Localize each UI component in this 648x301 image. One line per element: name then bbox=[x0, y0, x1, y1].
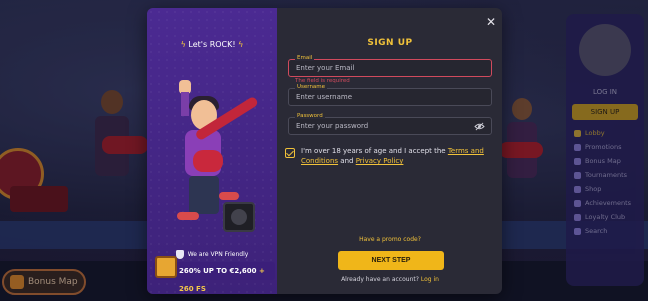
username-field[interactable]: Username bbox=[288, 84, 492, 106]
terms-text: I'm over 18 years of age and I accept th… bbox=[301, 147, 484, 165]
form-heading: SIGN UP bbox=[367, 38, 413, 48]
login-link[interactable]: Log in bbox=[421, 276, 439, 283]
email-field[interactable]: Email bbox=[288, 55, 492, 77]
promo-code-link[interactable]: Have a promo code? bbox=[285, 236, 495, 243]
rocker-illustration bbox=[167, 78, 267, 238]
bonus-offer: 260% UP TO €2,600 + 260 FS bbox=[153, 256, 275, 293]
lightning-icon: ϟ bbox=[238, 40, 244, 49]
email-input[interactable] bbox=[289, 60, 491, 76]
login-prompt: Already have an account? Log in bbox=[341, 276, 439, 283]
terms-agreement: I'm over 18 years of age and I accept th… bbox=[285, 146, 495, 166]
promo-panel: ϟ Let's ROCK! ϟ We are VPN Friendly 260%… bbox=[147, 8, 277, 294]
lightning-icon: ϟ bbox=[180, 40, 186, 49]
signup-form: ✕ SIGN UP Email The field is required Us… bbox=[285, 8, 497, 294]
promo-title: ϟ Let's ROCK! ϟ bbox=[180, 40, 244, 49]
treasure-chest-icon bbox=[155, 256, 177, 278]
password-input[interactable] bbox=[289, 118, 491, 134]
terms-checkbox[interactable] bbox=[285, 148, 295, 158]
next-step-button[interactable]: NEXT STEP bbox=[338, 251, 444, 270]
username-input[interactable] bbox=[289, 89, 491, 105]
signup-modal: ϟ Let's ROCK! ϟ We are VPN Friendly 260%… bbox=[147, 8, 502, 294]
privacy-policy-link[interactable]: Privacy Policy bbox=[356, 157, 404, 165]
password-field[interactable]: Password bbox=[288, 113, 492, 135]
eye-slash-icon[interactable] bbox=[474, 122, 485, 131]
close-icon[interactable]: ✕ bbox=[485, 16, 497, 28]
